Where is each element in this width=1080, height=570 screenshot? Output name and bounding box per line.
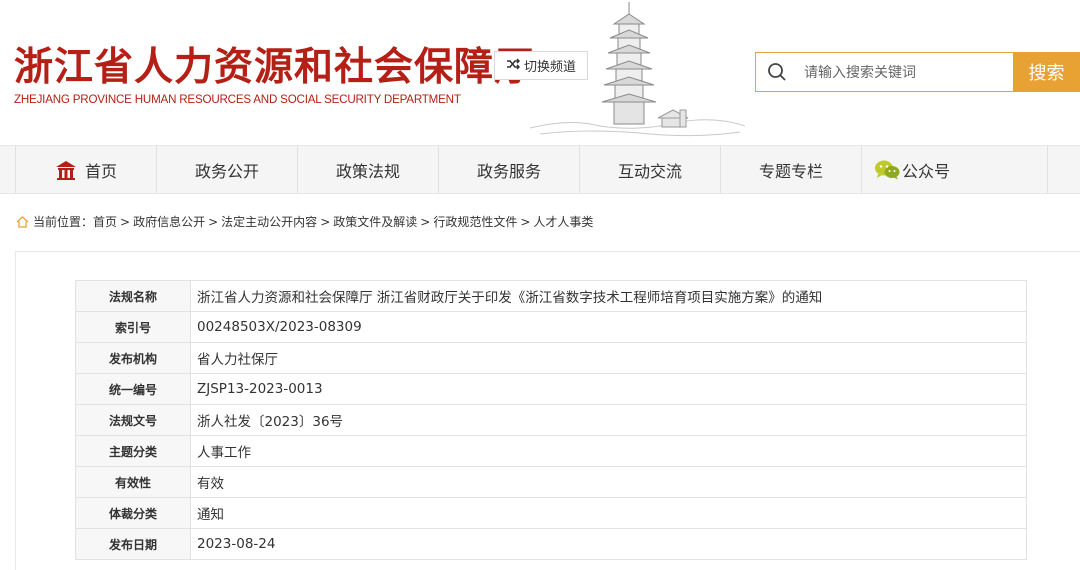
table-row: 有效性 有效	[75, 466, 1027, 498]
document-meta-table: 法规名称 浙江省人力资源和社会保障厅 浙江省财政厅关于印发《浙江省数字技术工程师…	[75, 280, 1027, 560]
nav-item-topics[interactable]: 专题专栏	[721, 146, 862, 193]
meta-value: 浙人社发〔2023〕36号	[190, 404, 1027, 436]
meta-value: 浙江省人力资源和社会保障厅 浙江省财政厅关于印发《浙江省数字技术工程师培育项目实…	[190, 280, 1027, 312]
meta-value: 通知	[190, 497, 1027, 529]
meta-value: 00248503X/2023-08309	[190, 311, 1027, 343]
meta-key: 法规名称	[75, 280, 191, 312]
search-icon	[766, 61, 788, 83]
breadcrumb-prefix: 当前位置：	[33, 215, 94, 229]
table-row: 发布日期 2023-08-24	[75, 528, 1027, 560]
nav-item-policies[interactable]: 政策法规	[298, 146, 439, 193]
table-row: 统一编号 ZJSP13-2023-0013	[75, 373, 1027, 405]
nav-label-wechat: 公众号	[902, 161, 951, 181]
home-icon	[55, 160, 77, 180]
meta-value: 有效	[190, 466, 1027, 498]
nav-item-gov-affairs[interactable]: 政务公开	[157, 146, 298, 193]
table-row: 体裁分类 通知	[75, 497, 1027, 529]
search-input[interactable]: 请输入搜索关键词	[804, 62, 916, 82]
breadcrumb-gov-info[interactable]: 政府信息公开	[133, 213, 205, 230]
meta-value: 省人力社保厅	[190, 342, 1027, 374]
nav-item-interaction[interactable]: 互动交流	[580, 146, 721, 193]
meta-value: ZJSP13-2023-0013	[190, 373, 1027, 405]
table-row: 法规名称 浙江省人力资源和社会保障厅 浙江省财政厅关于印发《浙江省数字技术工程师…	[75, 280, 1027, 312]
shuffle-icon	[506, 58, 521, 73]
meta-key: 发布机构	[75, 342, 191, 374]
search-box[interactable]: 请输入搜索关键词	[755, 52, 1013, 92]
breadcrumb-separator: >	[520, 214, 531, 229]
site-header: 浙江省人力资源和社会保障厅 ZHEJIANG PROVINCE HUMAN RE…	[0, 0, 1080, 143]
breadcrumb-separator: >	[420, 214, 431, 229]
table-row: 发布机构 省人力社保厅	[75, 342, 1027, 374]
table-row: 法规文号 浙人社发〔2023〕36号	[75, 404, 1027, 436]
breadcrumb-separator: >	[120, 214, 131, 229]
meta-key: 发布日期	[75, 528, 191, 560]
breadcrumb-home[interactable]: 首页	[93, 213, 117, 230]
meta-key: 主题分类	[75, 435, 191, 467]
nav-item-services[interactable]: 政务服务	[439, 146, 580, 193]
breadcrumb: 当前位置： 首页 > 政府信息公开 > 法定主动公开内容 > 政策文件及解读 >…	[16, 213, 593, 230]
home-outline-icon	[16, 215, 29, 228]
breadcrumb-normative-docs[interactable]: 行政规范性文件	[433, 213, 517, 230]
main-nav: 首页 政务公开 政策法规 政务服务 互动交流 专题专栏 公众号	[0, 145, 1080, 194]
pagoda-illustration	[530, 2, 745, 137]
meta-key: 索引号	[75, 311, 191, 343]
breadcrumb-public-content[interactable]: 法定主动公开内容	[221, 213, 317, 230]
meta-key: 统一编号	[75, 373, 191, 405]
breadcrumb-policy-docs[interactable]: 政策文件及解读	[333, 213, 417, 230]
meta-key: 体裁分类	[75, 497, 191, 529]
table-row: 主题分类 人事工作	[75, 435, 1027, 467]
search-button[interactable]: 搜索	[1013, 52, 1080, 92]
breadcrumb-talent[interactable]: 人才人事类	[533, 213, 593, 230]
wechat-icon	[874, 160, 900, 180]
site-title[interactable]: 浙江省人力资源和社会保障厅	[14, 36, 534, 92]
breadcrumb-separator: >	[208, 214, 219, 229]
nav-item-home[interactable]: 首页	[15, 146, 157, 193]
nav-label-home: 首页	[84, 161, 117, 181]
meta-value: 2023-08-24	[190, 528, 1027, 560]
meta-key: 有效性	[75, 466, 191, 498]
site-title-en: ZHEJIANG PROVINCE HUMAN RESOURCES AND SO…	[14, 93, 461, 106]
table-row: 索引号 00248503X/2023-08309	[75, 311, 1027, 343]
breadcrumb-separator: >	[320, 214, 331, 229]
meta-value: 人事工作	[190, 435, 1027, 467]
meta-key: 法规文号	[75, 404, 191, 436]
nav-item-wechat[interactable]: 公众号	[862, 146, 1048, 193]
